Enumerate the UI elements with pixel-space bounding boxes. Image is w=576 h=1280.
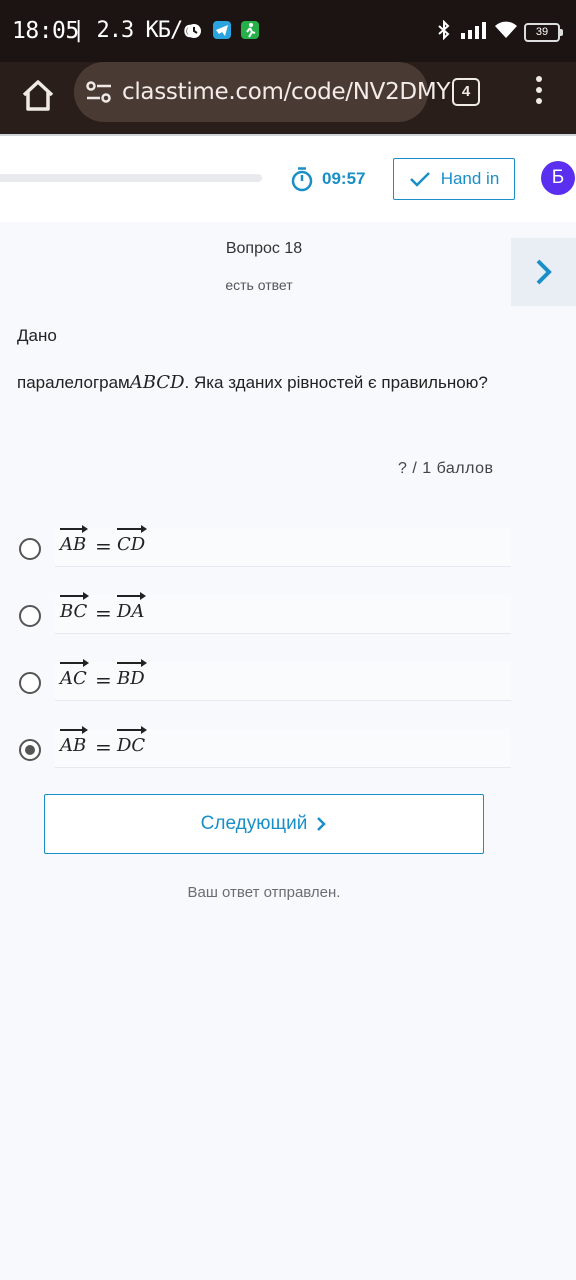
signal-icon	[461, 22, 486, 39]
telegram-icon	[213, 21, 231, 39]
activity-icon	[241, 21, 259, 39]
vector-left: AB	[60, 726, 89, 756]
battery-indicator: 39	[524, 23, 563, 42]
avatar[interactable]: Б	[541, 161, 575, 195]
answer-formula[interactable]: AC = BD	[55, 659, 511, 701]
answer-option[interactable]: AC = BD	[0, 659, 576, 718]
figure-name: ABCD	[129, 372, 185, 393]
chevron-right-icon	[536, 259, 552, 285]
wifi-icon	[495, 21, 517, 38]
vector-right: CD	[117, 525, 148, 555]
question-text: паралелограмABCD. Яка зданих рівностей є…	[17, 372, 488, 393]
hand-in-button[interactable]: Hand in	[393, 158, 515, 200]
vector-left: AB	[60, 525, 89, 555]
timer: 09:57	[290, 166, 365, 192]
quiz-header: 09:57 Hand in Б	[0, 134, 576, 222]
submitted-message: Ваш ответ отправлен.	[187, 884, 341, 901]
equals-sign: =	[95, 601, 112, 625]
browser-toolbar: classtime.com/code/NV2DMY 4	[0, 62, 576, 134]
site-settings-icon[interactable]	[86, 80, 112, 104]
radio-button[interactable]	[19, 672, 41, 694]
vector-right: DA	[117, 592, 147, 622]
question-number: Вопрос 18	[225, 240, 303, 257]
network-speed: | 2.3 КБ/с	[72, 18, 195, 43]
chevron-right-icon	[317, 817, 327, 831]
radio-button-checked[interactable]	[19, 739, 41, 761]
equals-sign: =	[95, 735, 112, 759]
hand-in-label: Hand in	[440, 169, 500, 188]
radio-button[interactable]	[19, 605, 41, 627]
stopwatch-icon	[291, 167, 313, 192]
vector-left: AC	[60, 659, 89, 689]
home-icon[interactable]	[18, 76, 58, 116]
status-time: 18:05	[12, 18, 79, 44]
vector-right: DC	[117, 726, 148, 756]
status-bar: 18:05 | 2.3 КБ/с 39	[0, 0, 576, 62]
answer-option[interactable]: AB = CD	[0, 525, 576, 584]
equals-sign: =	[95, 668, 112, 692]
vector-left: BC	[60, 592, 90, 622]
url-text: classtime.com/code/NV2DMY	[122, 79, 451, 105]
answer-formula[interactable]: BC = DA	[55, 592, 511, 634]
bluetooth-icon	[438, 20, 450, 40]
answer-option[interactable]: BC = DA	[0, 592, 576, 651]
alarm-icon	[187, 24, 201, 38]
given-label: Дано	[17, 326, 57, 345]
checkmark-icon	[409, 172, 430, 187]
tabs-button[interactable]: 4	[452, 78, 480, 106]
answer-formula[interactable]: AB = DC	[55, 726, 511, 768]
browser-menu-icon[interactable]	[528, 76, 550, 110]
progress-bar	[0, 174, 262, 182]
address-bar[interactable]: classtime.com/code/NV2DMY	[74, 62, 450, 122]
next-question-arrow[interactable]	[511, 238, 576, 306]
timer-value: 09:57	[322, 169, 366, 188]
radio-button[interactable]	[19, 538, 41, 560]
next-button-label: Следующий	[200, 813, 308, 834]
question-status: есть ответ	[225, 277, 293, 293]
answer-formula[interactable]: AB = CD	[55, 525, 511, 567]
answer-option-selected[interactable]: AB = DC	[0, 726, 576, 785]
points-label: ? / 1 баллов	[398, 460, 494, 477]
next-button[interactable]: Следующий	[44, 794, 484, 854]
vector-right: BD	[117, 659, 147, 689]
equals-sign: =	[95, 534, 112, 558]
